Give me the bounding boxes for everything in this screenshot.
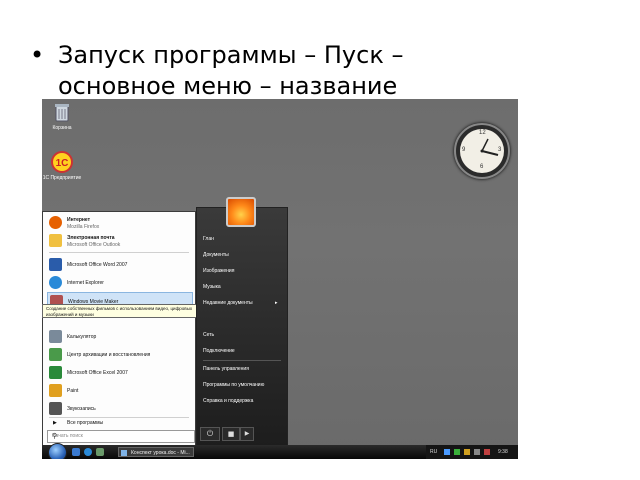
pinned-item-email[interactable]: Электронная почта Microsoft Office Outlo…	[47, 232, 193, 250]
pinned-title: Электронная почта	[67, 235, 115, 241]
bullet-line-1: Запуск программы – Пуск –	[58, 41, 404, 69]
taskbar-window-button[interactable]: Конспект урока.doc - Mi...	[118, 447, 194, 457]
alert-icon[interactable]	[484, 449, 490, 455]
taskbar: Конспект урока.doc - Mi... RU 9:38	[42, 443, 518, 459]
switch-windows-icon[interactable]	[96, 448, 104, 456]
recycle-bin-icon	[51, 101, 73, 123]
bullet-mark: •	[30, 41, 45, 69]
clock-face: 12 3 6 9	[460, 129, 504, 173]
1c-icon: 1С	[51, 151, 73, 173]
taskbar-window-label: Конспект урока.doc - Mi...	[131, 450, 190, 456]
vista-desktop-screenshot: Корзина 1С 1С Предприятие 12 3 6 9 Интер…	[42, 99, 518, 459]
word-icon	[49, 258, 62, 271]
desktop-icon-label: 1С Предприятие	[42, 175, 82, 181]
lock-button[interactable]: ■	[222, 427, 240, 441]
recent-label: Internet Explorer	[67, 280, 104, 286]
recent-label: Paint	[67, 388, 79, 394]
submenu-arrow-icon: ▸	[275, 300, 278, 306]
security-icon[interactable]	[454, 449, 460, 455]
clock-gadget[interactable]: 12 3 6 9	[454, 123, 510, 179]
recent-item-paint[interactable]: Paint	[47, 382, 193, 400]
microphone-icon	[49, 402, 62, 415]
menu-divider	[49, 252, 189, 253]
recent-item-sound-recorder[interactable]: Звукозапись	[47, 400, 193, 418]
tray-clock[interactable]: 9:38	[498, 449, 508, 455]
places-link[interactable]: Подключение	[203, 348, 235, 354]
user-picture	[226, 197, 256, 227]
power-icon: ⏻	[206, 429, 214, 438]
power-button[interactable]: ⏻	[200, 427, 220, 441]
recent-item-backup[interactable]: Центр архивации и восстановления	[47, 346, 193, 364]
ie-icon	[49, 276, 62, 289]
language-indicator[interactable]: RU	[430, 449, 437, 455]
bullet-line-2: основное меню – название	[58, 72, 398, 100]
recent-item-excel[interactable]: Microsoft Office Excel 2007	[47, 364, 193, 382]
start-menu-programs-pane: Интернет Mozilla Firefox Электронная поч…	[42, 211, 196, 447]
pinned-subtitle: Microsoft Office Outlook	[67, 242, 121, 248]
backup-icon	[49, 348, 62, 361]
desktop-icon-recycle-bin[interactable]: Корзина	[42, 101, 84, 131]
recent-label: Звукозапись	[67, 406, 96, 412]
start-menu-places-pane: Глан Документы Изображения Музыка Недавн…	[196, 207, 288, 447]
all-programs-label: Все программы	[67, 420, 104, 426]
show-desktop-icon[interactable]	[72, 448, 80, 456]
program-tooltip: Создание собственных фильмов с использов…	[42, 304, 202, 318]
recent-label: Microsoft Office Word 2007	[67, 262, 128, 268]
network-icon[interactable]	[444, 449, 450, 455]
all-programs-link[interactable]: ▶ Все программы	[47, 417, 193, 429]
places-link[interactable]: Документы	[203, 252, 229, 258]
start-orb-button[interactable]	[48, 443, 67, 459]
places-link[interactable]: Глан	[203, 236, 214, 242]
lock-icon: ■	[227, 430, 235, 438]
places-link[interactable]: Сеть	[203, 332, 214, 338]
pinned-item-internet[interactable]: Интернет Mozilla Firefox	[47, 214, 193, 232]
places-link[interactable]: Программы по умолчанию	[203, 382, 264, 388]
places-link[interactable]: Справка и поддержка	[203, 398, 253, 404]
pinned-subtitle: Mozilla Firefox	[67, 224, 100, 230]
firefox-icon	[49, 216, 62, 229]
system-tray: RU 9:38	[426, 445, 518, 459]
chevron-right-icon: ▶	[244, 430, 250, 437]
start-search-input[interactable]: Начать поиск ⚲	[47, 430, 195, 443]
paint-icon	[49, 384, 62, 397]
ie-quicklaunch-icon[interactable]	[84, 448, 92, 456]
recent-label: Центр архивации и восстановления	[67, 352, 151, 358]
svg-text:1С: 1С	[56, 158, 69, 169]
slide-bullet-text: • Запуск программы – Пуск – основное мен…	[30, 40, 630, 102]
start-menu: Интернет Mozilla Firefox Электронная поч…	[42, 207, 288, 447]
document-icon	[121, 450, 127, 456]
volume-icon[interactable]	[474, 449, 480, 455]
calculator-icon	[49, 330, 62, 343]
recent-label: Microsoft Office Excel 2007	[67, 370, 128, 376]
update-icon[interactable]	[464, 449, 470, 455]
desktop-icon-1c[interactable]: 1С 1С Предприятие	[42, 151, 84, 181]
recent-item-word[interactable]: Microsoft Office Word 2007	[47, 256, 193, 274]
places-link[interactable]: Недавние документы	[203, 300, 253, 306]
search-icon: ⚲	[52, 433, 58, 440]
recent-item-ie[interactable]: Internet Explorer	[47, 274, 193, 292]
shutdown-options-button[interactable]: ▶	[240, 427, 254, 441]
excel-icon	[49, 366, 62, 379]
chevron-right-icon: ▶	[53, 420, 57, 426]
places-link[interactable]: Музыка	[203, 284, 221, 290]
pinned-title: Интернет	[67, 217, 91, 223]
recent-item-calculator[interactable]: Калькулятор	[47, 328, 193, 346]
clock-hands	[480, 138, 499, 156]
recent-label: Калькулятор	[67, 334, 97, 340]
places-link[interactable]: Изображения	[203, 268, 234, 274]
places-link[interactable]: Панель управления	[203, 366, 249, 372]
desktop-icon-label: Корзина	[52, 125, 72, 131]
mail-icon	[49, 234, 62, 247]
menu-divider	[203, 360, 281, 361]
